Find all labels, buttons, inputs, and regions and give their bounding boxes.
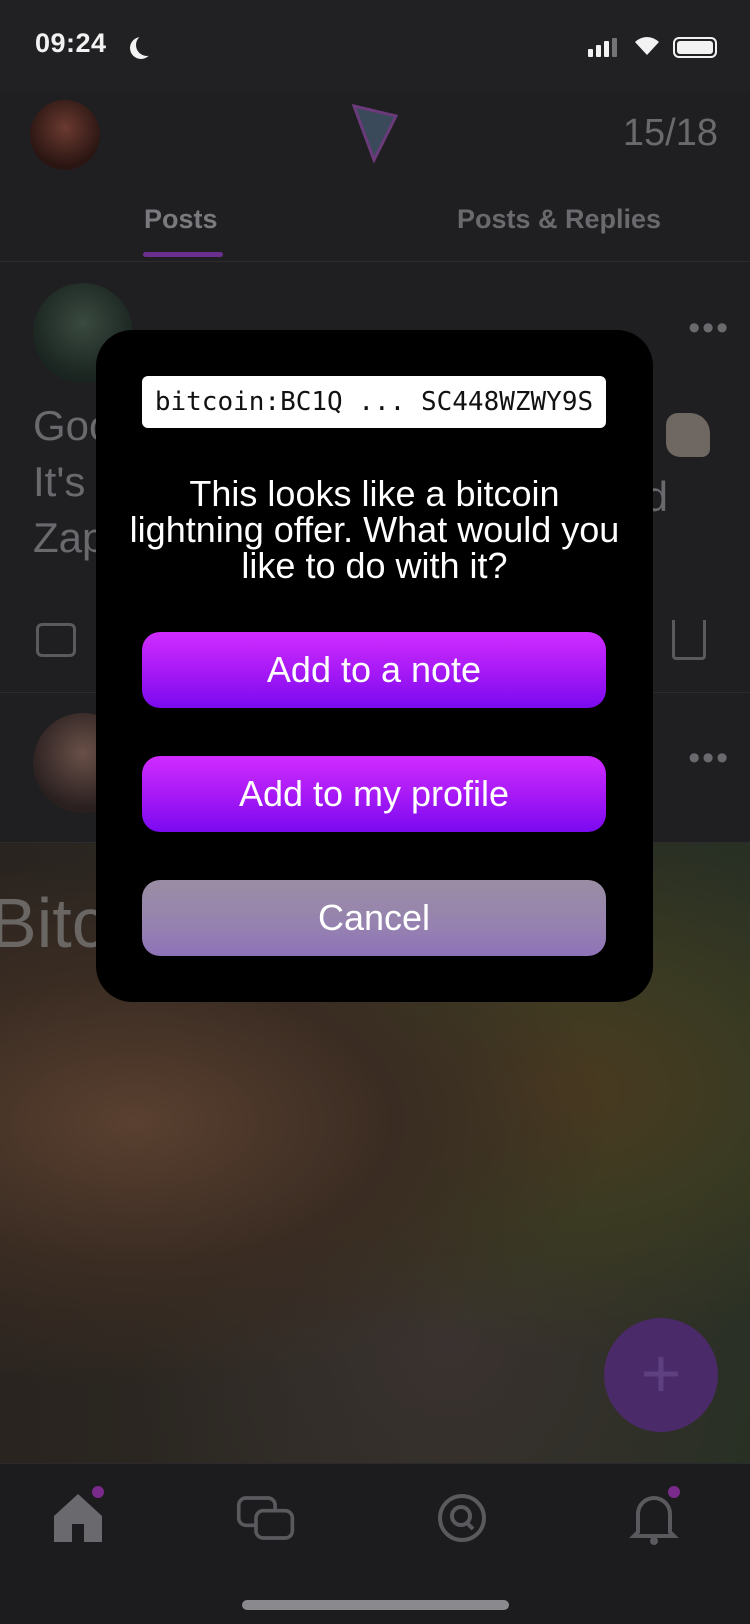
lightning-offer-dialog: bitcoin:BC1Q ... SC448WZWY9S This looks … xyxy=(96,330,653,1002)
add-to-profile-button[interactable]: Add to my profile xyxy=(142,756,606,832)
dialog-message: This looks like a bitcoin lightning offe… xyxy=(129,473,620,586)
cancel-button[interactable]: Cancel xyxy=(142,880,606,956)
offer-code: bitcoin:BC1Q ... SC448WZWY9S xyxy=(142,376,606,428)
add-to-note-button[interactable]: Add to a note xyxy=(142,632,606,708)
